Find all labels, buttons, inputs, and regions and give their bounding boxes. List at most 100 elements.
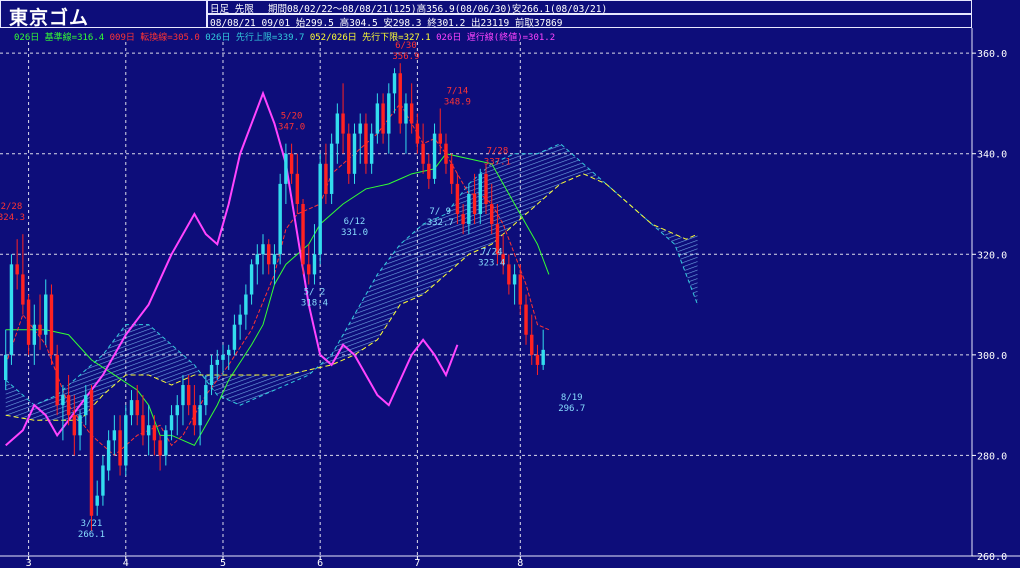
legend-tenkan: 009日 転換線=305.0	[109, 33, 200, 43]
candle	[244, 284, 248, 330]
annotation-date: 8/19	[561, 393, 583, 403]
candle	[129, 390, 134, 426]
candle-body	[284, 153, 288, 184]
candle-body	[484, 173, 488, 204]
candle	[512, 264, 517, 305]
candle-body	[78, 415, 82, 436]
candle-body	[164, 430, 168, 456]
candle-body	[392, 73, 397, 94]
candle	[221, 344, 225, 375]
candle	[301, 198, 305, 275]
candle-body	[490, 204, 494, 225]
candle	[369, 123, 374, 174]
candle	[341, 83, 345, 154]
ohlc-info: 08/08/21 09/01 始299.5 高304.5 安298.3 終301…	[207, 14, 972, 29]
candle	[289, 143, 294, 184]
title-box: 東京ゴム	[0, 0, 207, 29]
candle-body	[364, 123, 368, 164]
y-tick-label: 340.0	[977, 150, 1007, 161]
candle	[415, 113, 420, 154]
annotation-date: 7/24	[481, 247, 503, 257]
candle-body	[26, 299, 31, 345]
candle	[32, 304, 37, 365]
candle-body	[335, 113, 340, 144]
candle	[255, 244, 260, 285]
legend-chikou: 026日 遅行線(終値)=301.2	[436, 33, 556, 43]
candle-body	[398, 73, 402, 124]
candle	[89, 385, 94, 531]
annotation-date: 7/ 9	[429, 207, 451, 217]
candle-body	[255, 254, 260, 265]
candle-body	[249, 264, 254, 295]
candle-body	[472, 193, 477, 215]
legend-senkou-b: 052/026日 先行下限=327.1	[309, 33, 431, 43]
candle	[238, 304, 242, 340]
candle-body	[369, 133, 374, 164]
candle	[438, 108, 442, 154]
candle	[432, 123, 437, 184]
y-tick-label: 320.0	[977, 250, 1007, 261]
candle	[164, 425, 168, 466]
candle	[358, 113, 362, 164]
candle	[352, 123, 357, 184]
candle	[141, 395, 145, 446]
period-info: 日足 先限 期間08/02/22～08/08/21(125)高356.9(08/…	[207, 0, 972, 15]
candle-body	[198, 405, 202, 426]
annotation-date: 5/ 2	[304, 288, 326, 298]
price-annotations: 2/28324.3 3/21266.1 5/ 2318.4 5/20347.0 6/12…	[0, 41, 585, 540]
annotation-value: 356.9	[392, 52, 419, 62]
chart-header: 東京ゴム 日足 先限 期間08/02/22～08/08/21(125)高356.…	[0, 0, 1020, 29]
candle	[146, 405, 151, 456]
candle	[364, 113, 368, 174]
candle-body	[49, 294, 54, 355]
candle	[312, 224, 317, 285]
annotation-value: 296.7	[558, 404, 585, 414]
candle-body	[455, 183, 460, 215]
candle-body	[461, 214, 465, 225]
x-tick-label: 3	[26, 558, 32, 568]
candle	[261, 234, 265, 275]
candle-body	[478, 173, 482, 215]
x-tick-label: 4	[123, 558, 129, 568]
candle-body	[221, 354, 225, 360]
candle-body	[232, 324, 237, 350]
candle	[530, 314, 534, 365]
candle	[318, 153, 322, 265]
candle-body	[427, 163, 431, 179]
candle	[404, 93, 408, 154]
candle	[278, 173, 282, 265]
y-tick-label: 260.0	[977, 552, 1007, 563]
candle	[444, 133, 448, 174]
candle-body	[347, 133, 351, 174]
candle-body	[261, 244, 265, 255]
annotation-date: 2/28	[1, 202, 23, 212]
annotation-date: 6/12	[344, 217, 366, 227]
x-tick-label: 5	[220, 558, 226, 568]
candle-body	[341, 113, 345, 134]
annotation-value: 331.0	[341, 228, 368, 238]
candle	[55, 344, 59, 416]
candle-body	[226, 349, 231, 355]
candle	[335, 103, 340, 164]
candle-body	[404, 103, 408, 124]
candle	[387, 83, 391, 154]
candle	[324, 143, 328, 204]
candle-body	[215, 359, 219, 365]
candle-body	[267, 244, 271, 265]
candle	[44, 279, 48, 345]
candle-body	[32, 324, 37, 345]
candle	[329, 133, 334, 204]
candle-body	[421, 143, 425, 164]
candle-body	[55, 354, 59, 406]
candle-body	[530, 334, 534, 355]
legend-senkou-a: 026日 先行上限=339.7	[205, 33, 305, 43]
candle	[38, 294, 42, 350]
candle	[95, 480, 99, 516]
candle	[398, 63, 402, 134]
candle-body	[438, 133, 442, 144]
indicator-lines	[5, 90, 699, 457]
period-info-range: 期間08/02/22～08/08/21(125)高356.9(08/06/30)…	[268, 4, 608, 15]
candle-body	[318, 163, 322, 255]
candle	[186, 374, 191, 416]
candle-body	[101, 465, 105, 496]
